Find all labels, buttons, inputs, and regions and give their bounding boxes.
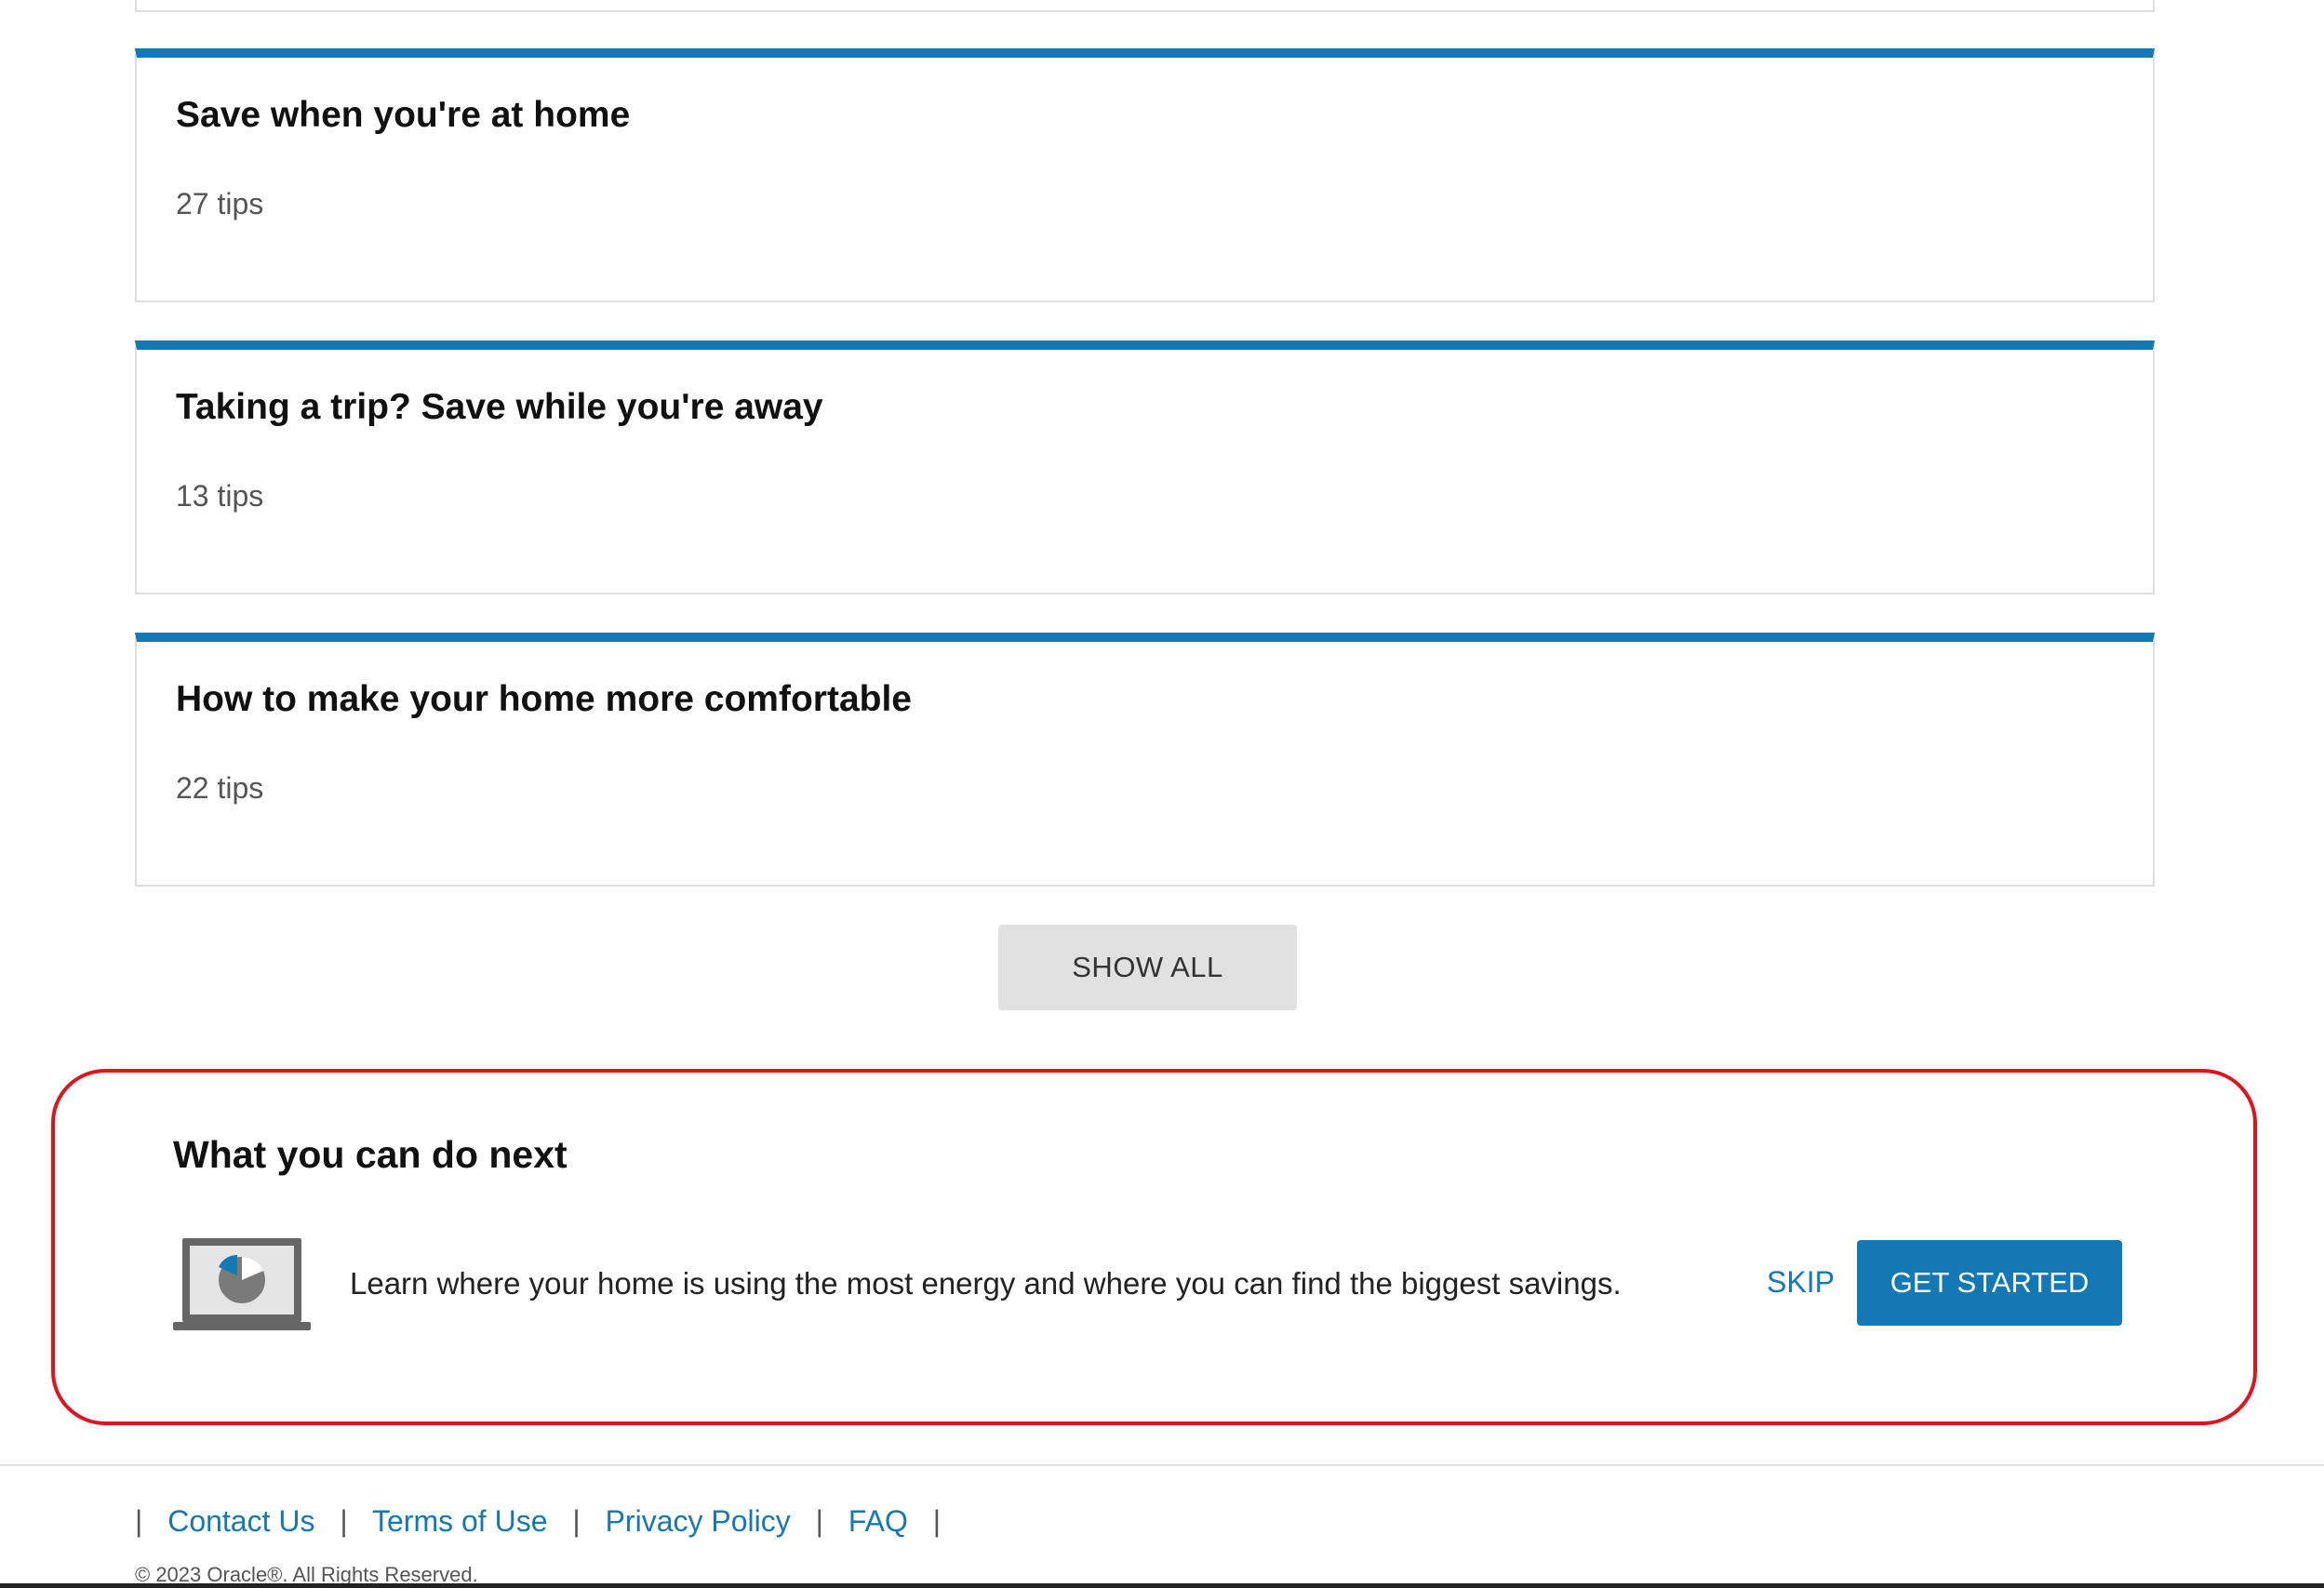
tip-category-card-partial [135,0,2155,12]
footer-separator: | [932,1504,942,1538]
next-steps-description: Learn where your home is using the most … [350,1266,1622,1301]
privacy-policy-link[interactable]: Privacy Policy [606,1504,791,1538]
tip-category-title: Taking a trip? Save while you're away [176,387,823,427]
tip-category-title: How to make your home more comfortable [176,679,912,719]
page: Save when you're at home 27 tips Taking … [0,0,2324,1588]
next-steps-title: What you can do next [173,1133,568,1176]
tip-category-count: 27 tips [176,187,264,220]
footer-separator: | [135,1504,143,1538]
tip-category-card-comfort[interactable]: How to make your home more comfortable 2… [135,633,2155,887]
get-started-button[interactable]: GET STARTED [1857,1240,2122,1326]
laptop-pie-chart-icon [173,1238,311,1330]
terms-of-use-link[interactable]: Terms of Use [372,1504,547,1538]
faq-link[interactable]: FAQ [848,1504,908,1538]
footer-links: | Contact Us | Terms of Use | Privacy Po… [135,1504,957,1539]
tip-category-card-trip[interactable]: Taking a trip? Save while you're away 13… [135,340,2155,594]
footer-separator: | [815,1504,823,1538]
tip-category-count: 13 tips [176,479,264,513]
show-all-button[interactable]: SHOW ALL [998,925,1297,1010]
next-steps-panel: What you can do next Learn where your ho… [51,1069,2257,1425]
tip-category-count: 22 tips [176,771,264,805]
contact-us-link[interactable]: Contact Us [167,1504,314,1538]
footer-separator: | [572,1504,581,1538]
tip-category-card-home[interactable]: Save when you're at home 27 tips [135,48,2155,302]
skip-link[interactable]: SKIP [1767,1265,1835,1300]
footer-separator: | [340,1504,348,1538]
tip-category-title: Save when you're at home [176,95,631,135]
footer-divider [0,1464,2324,1466]
page-bottom-edge [0,1583,2324,1588]
